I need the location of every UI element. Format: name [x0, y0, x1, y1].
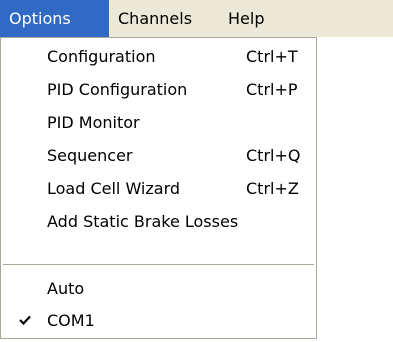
menu-item-label: PID Configuration	[47, 80, 188, 99]
menu-item-com1[interactable]: COM1	[1, 304, 316, 337]
menu-options[interactable]: Options	[0, 0, 109, 37]
menu-item-load-cell-wizard[interactable]: Load Cell Wizard Ctrl+Z	[1, 172, 316, 205]
menu-help[interactable]: Help	[219, 0, 279, 37]
menu-item-shortcut: Ctrl+Q	[246, 146, 301, 165]
menu-item-label: Sequencer	[47, 146, 133, 165]
menu-separator	[3, 264, 314, 265]
menu-item-configuration[interactable]: Configuration Ctrl+T	[1, 40, 316, 73]
menu-item-shortcut: Ctrl+P	[246, 80, 298, 99]
menu-item-pid-configuration[interactable]: PID Configuration Ctrl+P	[1, 73, 316, 106]
menu-item-pid-monitor[interactable]: PID Monitor	[1, 106, 316, 139]
menu-item-shortcut: Ctrl+Z	[246, 179, 299, 198]
menu-item-label: COM1	[47, 311, 95, 330]
menu-channels[interactable]: Channels	[109, 0, 219, 37]
checkmark-icon	[17, 304, 39, 337]
menu-item-label: Add Static Brake Losses	[47, 212, 239, 231]
checkmark-icon-glyph	[19, 315, 31, 325]
menu-item-add-static-brake-losses[interactable]: Add Static Brake Losses	[1, 205, 316, 238]
menu-item-sequencer[interactable]: Sequencer Ctrl+Q	[1, 139, 316, 172]
menu-item-auto[interactable]: Auto	[1, 272, 316, 305]
menu-bar: Options Channels Help	[0, 0, 393, 37]
menu-item-label: Configuration	[47, 47, 156, 66]
menu-item-label: Load Cell Wizard	[47, 179, 181, 198]
menu-item-shortcut: Ctrl+T	[246, 47, 298, 66]
menu-item-label: Auto	[47, 279, 85, 298]
menu-item-label: PID Monitor	[47, 113, 140, 132]
options-dropdown-menu: Configuration Ctrl+T PID Configuration C…	[0, 37, 317, 339]
